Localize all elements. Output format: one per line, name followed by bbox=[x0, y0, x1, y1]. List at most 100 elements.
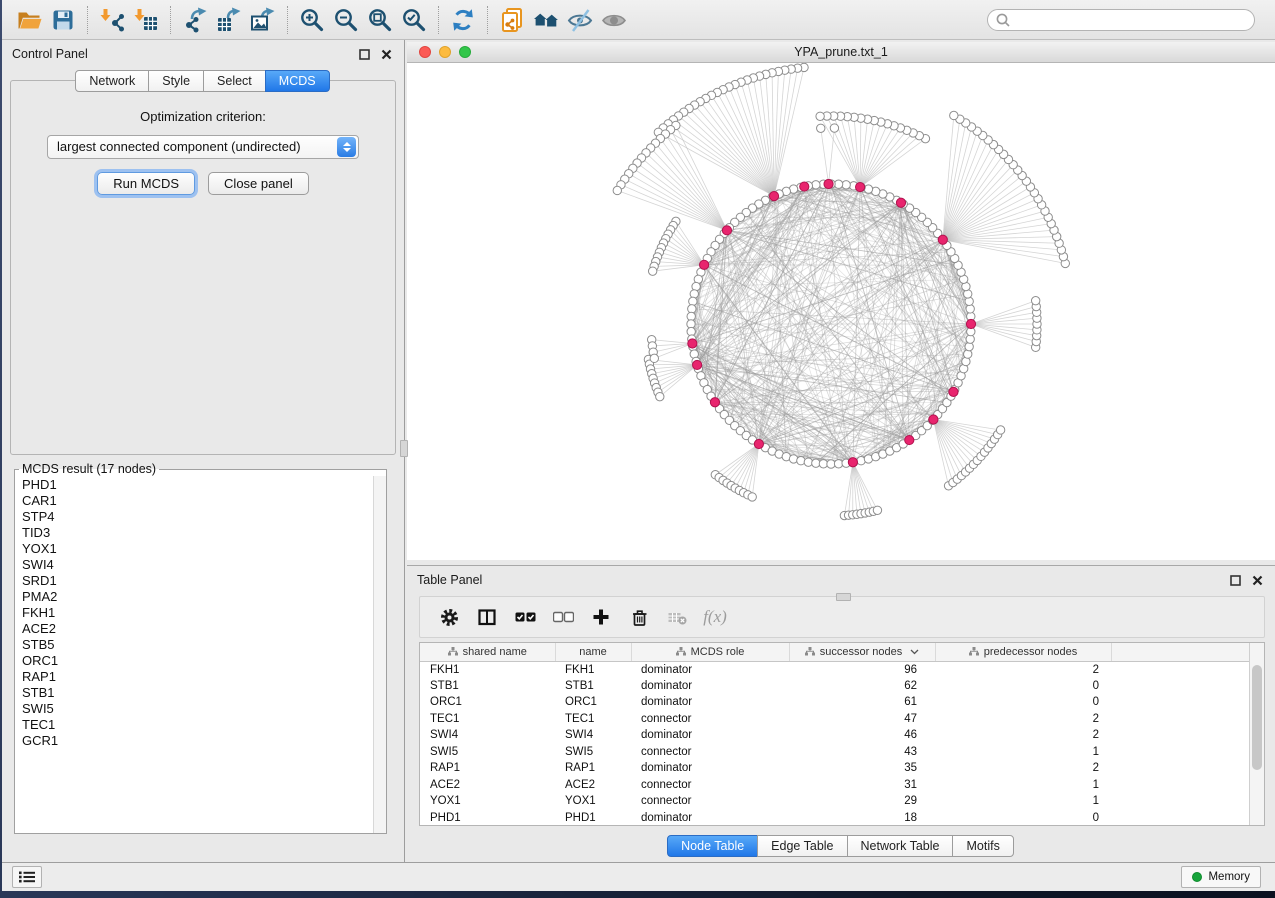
network-window-titlebar[interactable]: YPA_prune.txt_1 bbox=[407, 42, 1275, 63]
table-cell[interactable]: dominator bbox=[631, 678, 789, 695]
mcds-result-item[interactable]: ORC1 bbox=[22, 653, 386, 669]
table-row[interactable]: PHD1PHD1dominator180 bbox=[420, 810, 1252, 827]
table-cell[interactable] bbox=[1111, 661, 1252, 678]
export-table-button[interactable] bbox=[212, 4, 246, 36]
network-leaf-node[interactable] bbox=[830, 124, 838, 132]
table-cell[interactable]: 96 bbox=[789, 661, 935, 678]
network-node[interactable] bbox=[965, 297, 973, 305]
table-cell[interactable]: RAP1 bbox=[420, 760, 555, 777]
table-cell[interactable]: 1 bbox=[935, 744, 1111, 761]
panel-splitter-handle[interactable] bbox=[400, 440, 408, 457]
table-cell[interactable]: dominator bbox=[631, 760, 789, 777]
table-cell[interactable]: 2 bbox=[935, 711, 1111, 728]
tab-select[interactable]: Select bbox=[203, 70, 266, 92]
table-cell[interactable]: dominator bbox=[631, 810, 789, 827]
table-cell[interactable] bbox=[1111, 793, 1252, 810]
mcds-result-item[interactable]: ACE2 bbox=[22, 621, 386, 637]
mcds-hub-node[interactable] bbox=[966, 319, 975, 328]
table-splitter-handle[interactable] bbox=[836, 593, 851, 601]
network-leaf-node[interactable] bbox=[1031, 296, 1039, 304]
table-row[interactable]: SWI5SWI5connector431 bbox=[420, 744, 1252, 761]
float-panel-button[interactable] bbox=[356, 46, 372, 62]
table-cell[interactable]: dominator bbox=[631, 661, 789, 678]
table-cell[interactable]: 1 bbox=[935, 777, 1111, 794]
mcds-result-item[interactable]: GCR1 bbox=[22, 733, 386, 749]
table-settings-button[interactable] bbox=[430, 600, 468, 634]
table-cell[interactable]: ACE2 bbox=[420, 777, 555, 794]
column-header-successor-nodes[interactable]: successor nodes bbox=[789, 643, 935, 661]
mcds-result-item[interactable]: RAP1 bbox=[22, 669, 386, 685]
network-leaf-node[interactable] bbox=[648, 267, 656, 275]
mcds-result-item[interactable]: STB5 bbox=[22, 637, 386, 653]
table-scrollbar[interactable] bbox=[1249, 643, 1264, 825]
run-mcds-button[interactable]: Run MCDS bbox=[97, 172, 195, 195]
mcds-hub-node[interactable] bbox=[800, 182, 809, 191]
memory-button[interactable]: Memory bbox=[1181, 866, 1261, 888]
tab-mcds[interactable]: MCDS bbox=[265, 70, 330, 92]
mcds-hub-node[interactable] bbox=[688, 339, 697, 348]
mcds-result-item[interactable]: FKH1 bbox=[22, 605, 386, 621]
network-leaf-node[interactable] bbox=[650, 354, 658, 362]
table-cell[interactable]: STB1 bbox=[420, 678, 555, 695]
table-cell[interactable]: 0 bbox=[935, 694, 1111, 711]
column-header-MCDS-role[interactable]: MCDS role bbox=[631, 643, 789, 661]
table-cell[interactable]: SWI5 bbox=[420, 744, 555, 761]
table-cell[interactable]: 18 bbox=[789, 810, 935, 827]
table-cell[interactable]: FKH1 bbox=[420, 661, 555, 678]
table-row[interactable]: TEC1TEC1connector472 bbox=[420, 711, 1252, 728]
mcds-result-item[interactable]: STP4 bbox=[22, 509, 386, 525]
mcds-hub-node[interactable] bbox=[949, 387, 958, 396]
network-graph[interactable] bbox=[407, 63, 1275, 559]
table-cell[interactable]: 29 bbox=[789, 793, 935, 810]
criterion-select[interactable]: largest connected component (undirected) bbox=[47, 135, 359, 159]
mcds-hub-node[interactable] bbox=[848, 458, 857, 467]
network-node[interactable] bbox=[964, 350, 972, 358]
table-cell[interactable]: SWI4 bbox=[555, 727, 631, 744]
table-cell[interactable]: SWI4 bbox=[420, 727, 555, 744]
import-table-button[interactable] bbox=[129, 4, 163, 36]
mcds-result-item[interactable]: STB1 bbox=[22, 685, 386, 701]
task-history-button[interactable] bbox=[12, 866, 42, 888]
column-header-predecessor-nodes[interactable]: predecessor nodes bbox=[935, 643, 1111, 661]
network-leaf-node[interactable] bbox=[873, 506, 881, 514]
mcds-result-item[interactable]: TEC1 bbox=[22, 717, 386, 733]
mcds-hub-node[interactable] bbox=[905, 435, 914, 444]
tab-style[interactable]: Style bbox=[148, 70, 204, 92]
table-cell[interactable]: FKH1 bbox=[555, 661, 631, 678]
table-row[interactable]: RAP1RAP1dominator352 bbox=[420, 760, 1252, 777]
table-cell[interactable]: 1 bbox=[935, 793, 1111, 810]
table-cell[interactable]: PHD1 bbox=[420, 810, 555, 827]
table-tab-edge-table[interactable]: Edge Table bbox=[757, 835, 847, 857]
close-table-panel-button[interactable] bbox=[1249, 572, 1265, 588]
mcds-hub-node[interactable] bbox=[856, 182, 865, 191]
mcds-hub-node[interactable] bbox=[710, 398, 719, 407]
table-cell[interactable]: 35 bbox=[789, 760, 935, 777]
home-button[interactable] bbox=[529, 4, 563, 36]
table-cell[interactable] bbox=[1111, 727, 1252, 744]
network-leaf-node[interactable] bbox=[816, 112, 824, 120]
table-cell[interactable]: 2 bbox=[935, 661, 1111, 678]
mcds-result-item[interactable]: CAR1 bbox=[22, 493, 386, 509]
network-node[interactable] bbox=[690, 290, 698, 298]
network-leaf-node[interactable] bbox=[748, 493, 756, 501]
mcds-hub-node[interactable] bbox=[896, 198, 905, 207]
mcds-hub-node[interactable] bbox=[693, 360, 702, 369]
table-cell[interactable]: RAP1 bbox=[555, 760, 631, 777]
show-columns-button[interactable] bbox=[468, 600, 506, 634]
table-cell[interactable]: 47 bbox=[789, 711, 935, 728]
table-cell[interactable] bbox=[1111, 678, 1252, 695]
table-cell[interactable]: ORC1 bbox=[555, 694, 631, 711]
table-cell[interactable]: connector bbox=[631, 744, 789, 761]
table-cell[interactable]: TEC1 bbox=[555, 711, 631, 728]
table-cell[interactable]: ORC1 bbox=[420, 694, 555, 711]
table-row[interactable]: ACE2ACE2connector311 bbox=[420, 777, 1252, 794]
save-session-button[interactable] bbox=[46, 4, 80, 36]
table-cell[interactable]: YOX1 bbox=[555, 793, 631, 810]
mcds-hub-node[interactable] bbox=[929, 415, 938, 424]
close-panel-button-mcds[interactable]: Close panel bbox=[208, 172, 309, 195]
network-node[interactable] bbox=[797, 457, 805, 465]
mcds-result-item[interactable]: YOX1 bbox=[22, 541, 386, 557]
table-cell[interactable] bbox=[1111, 810, 1252, 827]
mcds-hub-node[interactable] bbox=[769, 192, 778, 201]
mcds-hub-node[interactable] bbox=[938, 235, 947, 244]
